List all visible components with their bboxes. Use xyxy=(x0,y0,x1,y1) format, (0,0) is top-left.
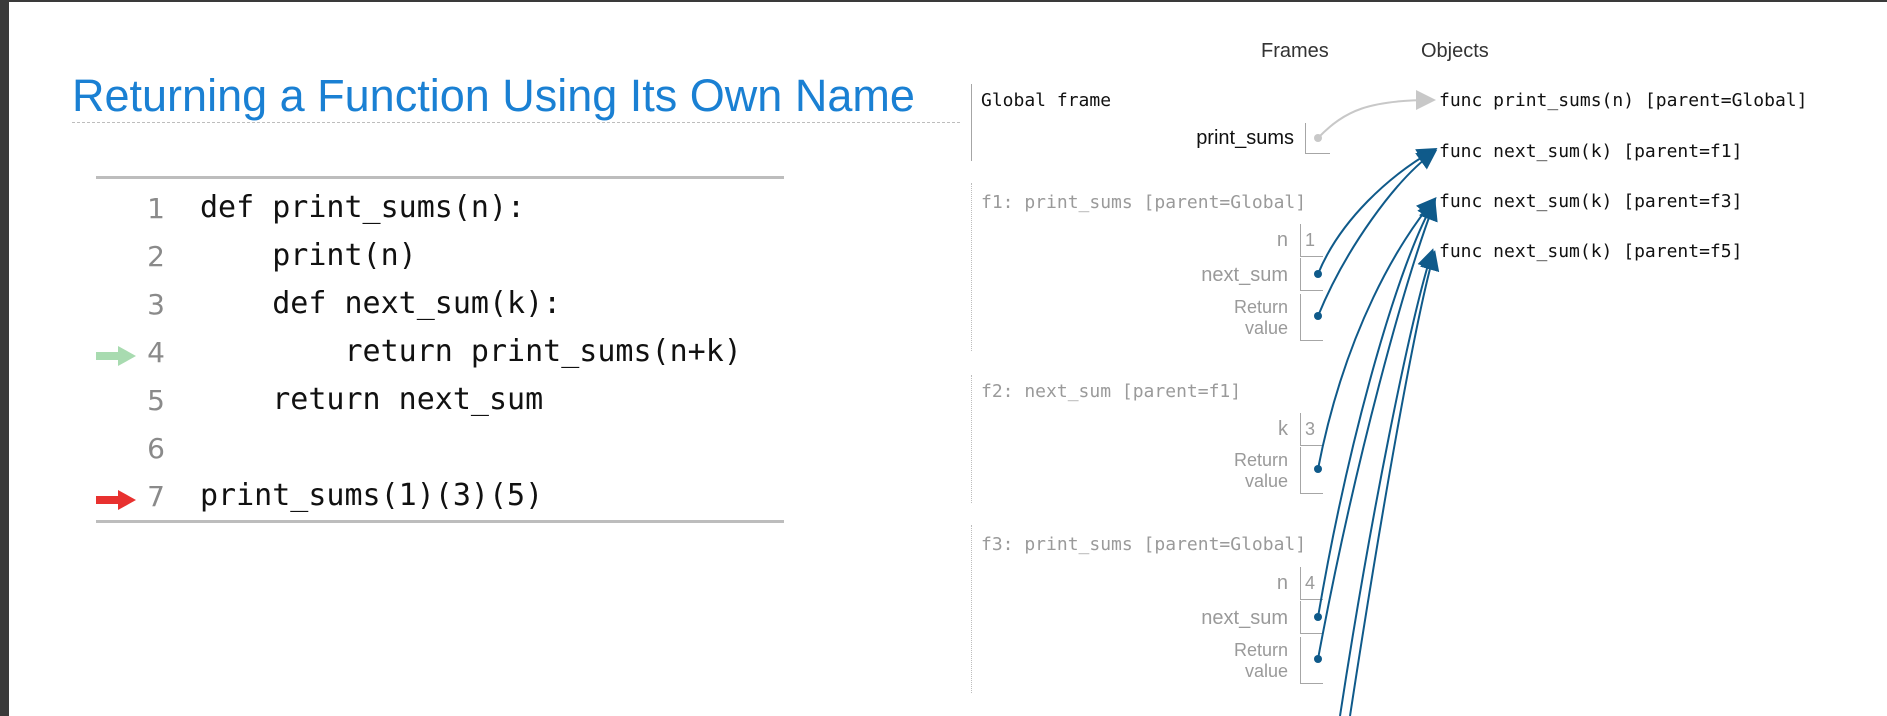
pointer-dot xyxy=(1314,270,1322,278)
pointer-dot xyxy=(1314,312,1322,320)
pointer-dot xyxy=(1314,465,1322,473)
pointer-dot xyxy=(1314,613,1322,621)
pointer-arrows xyxy=(1314,90,1440,716)
pointer-dot xyxy=(1314,655,1322,663)
pointer-global-print-sums xyxy=(1317,90,1436,139)
pointer-dot xyxy=(1314,134,1322,142)
pointer-f3-return xyxy=(1317,200,1438,660)
